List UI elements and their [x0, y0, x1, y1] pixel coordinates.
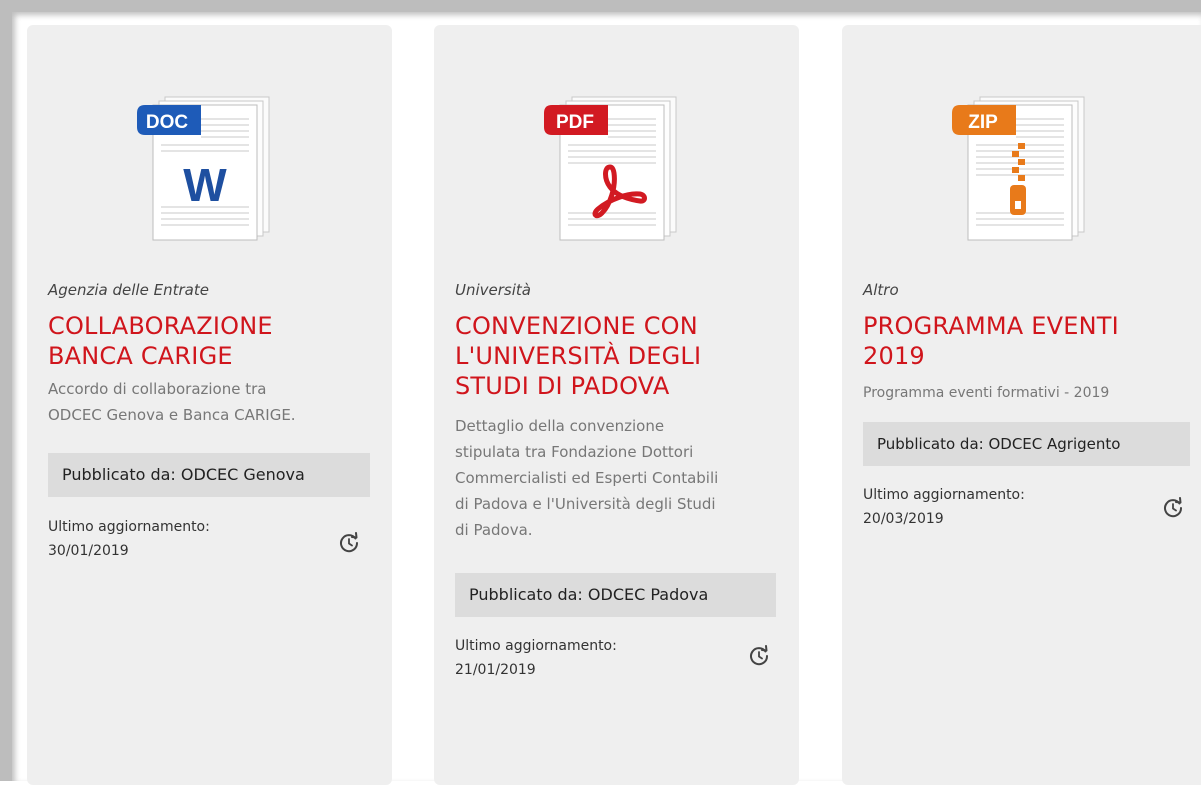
card-title-line: COLLABORAZIONE	[48, 312, 273, 340]
card-description-line: di Padova.	[455, 521, 533, 539]
svg-text:ZIP: ZIP	[968, 112, 998, 133]
last-updated-date: 30/01/2019	[48, 543, 129, 559]
card-description-line: ODCEC Genova e Banca CARIGE.	[48, 406, 296, 424]
card-description-line: Accordo di collaborazione tra	[48, 380, 267, 398]
card-description-line: di Padova e l'Università degli Studi	[455, 495, 716, 513]
document-card[interactable]: PDF Università CONVENZIONE CON L'UNIVERS…	[434, 25, 799, 785]
card-title[interactable]: COLLABORAZIONE BANCA CARIGE	[48, 311, 374, 371]
last-updated-label: Ultimo aggiornamento:	[455, 638, 617, 654]
card-title-line: PROGRAMMA EVENTI	[863, 312, 1119, 340]
card-category: Agenzia delle Entrate	[48, 281, 209, 299]
card-description: Accordo di collaborazione tra ODCEC Geno…	[48, 376, 374, 428]
card-description-line: Commercialisti ed Esperti Contabili	[455, 469, 719, 487]
refresh-icon[interactable]	[1162, 497, 1184, 519]
card-title-line: BANCA CARIGE	[48, 342, 233, 370]
card-category: Altro	[863, 281, 899, 299]
publisher-label: Pubblicato da: ODCEC Padova	[455, 573, 776, 617]
last-updated-label: Ultimo aggiornamento:	[863, 487, 1025, 503]
publisher-label: Pubblicato da: ODCEC Agrigento	[863, 422, 1190, 466]
svg-text:DOC: DOC	[146, 112, 189, 133]
zip-archive-icon: ZIP	[952, 96, 1085, 241]
pdf-document-icon: PDF	[544, 96, 677, 241]
card-description-line: stipulata tra Fondazione Dottori	[455, 443, 694, 461]
publisher-label: Pubblicato da: ODCEC Genova	[48, 453, 370, 497]
last-updated-label: Ultimo aggiornamento:	[48, 519, 210, 535]
last-updated-date: 21/01/2019	[455, 662, 536, 678]
card-title[interactable]: PROGRAMMA EVENTI 2019	[863, 311, 1196, 371]
card-description: Programma eventi formativi - 2019	[863, 380, 1196, 406]
document-card[interactable]: ZIP Altro PROGRAMMA EVENTI 2019 Programm…	[842, 25, 1201, 785]
card-category: Università	[455, 281, 531, 299]
document-card-grid: DOC W Agenzia delle Entrate COLLABORAZIO…	[27, 25, 1201, 785]
card-description-line: Programma eventi formativi - 2019	[863, 385, 1110, 401]
card-description-line: Dettaglio della convenzione	[455, 417, 665, 435]
card-title-line: CONVENZIONE CON	[455, 312, 698, 340]
card-title-line: 2019	[863, 342, 925, 370]
document-card[interactable]: DOC W Agenzia delle Entrate COLLABORAZIO…	[27, 25, 392, 785]
refresh-icon[interactable]	[748, 645, 770, 667]
card-description: Dettaglio della convenzione stipulata tr…	[455, 413, 781, 543]
refresh-icon[interactable]	[338, 532, 360, 554]
svg-text:W: W	[183, 159, 227, 211]
card-title-line: STUDI DI PADOVA	[455, 372, 670, 400]
card-title-line: L'UNIVERSITÀ DEGLI	[455, 342, 702, 370]
svg-text:PDF: PDF	[556, 112, 594, 133]
card-title[interactable]: CONVENZIONE CON L'UNIVERSITÀ DEGLI STUDI…	[455, 311, 781, 401]
word-document-icon: DOC W	[137, 96, 270, 241]
last-updated-date: 20/03/2019	[863, 511, 944, 527]
